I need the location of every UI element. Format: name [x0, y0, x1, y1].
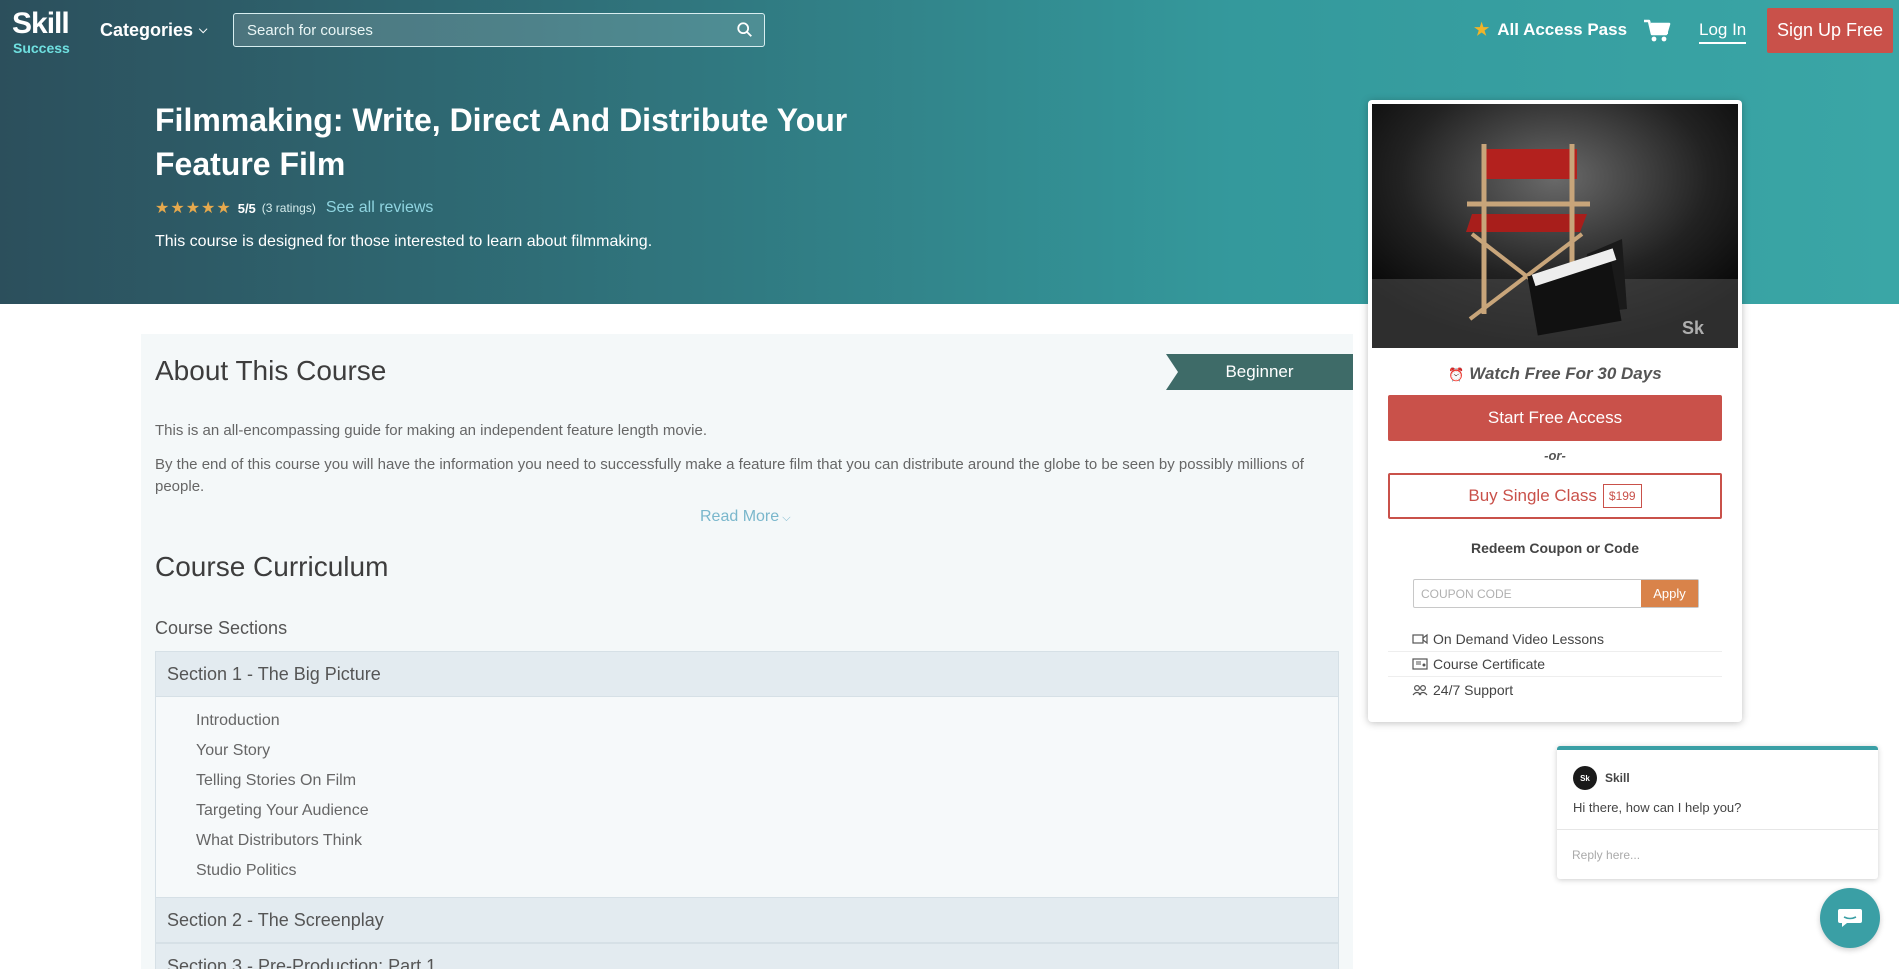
lesson-item[interactable]: Targeting Your Audience	[196, 802, 369, 820]
rating-stars-icon: ★★★★★	[155, 200, 232, 217]
chat-widget: Sk Skill Hi there, how can I help you?	[1557, 746, 1878, 879]
start-free-access-button[interactable]: Start Free Access	[1388, 395, 1722, 441]
section-lessons	[155, 697, 1339, 897]
course-rating: ★★★★★ 5/5 (3 ratings) See all reviews	[155, 198, 433, 218]
course-thumbnail-image: Sk	[1372, 104, 1738, 348]
course-short-description: This course is designed for those intere…	[155, 233, 653, 250]
logo-text-success: Success	[13, 40, 70, 56]
about-course-title: About This Course	[155, 355, 387, 386]
or-separator: -or-	[1544, 448, 1566, 463]
chevron-down-icon: ⌵	[779, 512, 791, 524]
watch-free-label: ⏰ Watch Free For 30 Days	[1368, 364, 1742, 384]
level-badge: Beginner	[1166, 354, 1353, 390]
curriculum-title: Course Curriculum	[155, 551, 389, 582]
feature-label: 24/7 Support	[1433, 681, 1514, 698]
support-users-icon	[1412, 684, 1428, 695]
lesson-item[interactable]: Telling Stories On Film	[196, 772, 356, 790]
read-more-label: Read More	[700, 508, 780, 525]
chevron-down-icon: ⌵	[199, 24, 208, 36]
video-camera-icon	[1412, 633, 1428, 645]
login-link[interactable]: Log In	[1699, 20, 1747, 44]
price-badge: $199	[1602, 484, 1642, 508]
section-header[interactable]: Section 1 - The Big Picture	[155, 651, 1339, 697]
signup-button[interactable]: Sign Up Free	[1767, 8, 1893, 53]
read-more-link[interactable]: Read More ⌵	[700, 508, 791, 526]
skillsuccess-logo[interactable]: Skill Success	[12, 7, 76, 57]
search-icon[interactable]	[736, 21, 754, 39]
chat-agent-name: Skill	[1605, 771, 1630, 785]
watch-free-text: Watch Free For 30 Days	[1469, 364, 1662, 383]
chat-avatar: Sk	[1573, 766, 1597, 790]
coupon-form: Apply	[1413, 579, 1699, 608]
categories-label: Categories	[100, 20, 194, 40]
chat-reply-input[interactable]	[1557, 830, 1878, 879]
feature-label: Course Certificate	[1433, 656, 1546, 672]
coupon-code-input[interactable]	[1414, 580, 1640, 607]
star-icon: ★	[1474, 20, 1490, 39]
lesson-item[interactable]: Studio Politics	[196, 862, 297, 880]
rating-score: 5/5	[237, 200, 256, 216]
about-paragraph-1: This is an all-encompassing guide for ma…	[155, 422, 707, 439]
chat-bubble-icon	[1838, 909, 1862, 927]
feature-item: On Demand Video Lessons	[1388, 627, 1722, 652]
section-header[interactable]: Section 3 - Pre-Production: Part 1	[155, 943, 1339, 969]
feature-item: Course Certificate	[1388, 652, 1722, 677]
certificate-icon	[1412, 658, 1428, 670]
see-all-reviews-link[interactable]: See all reviews	[326, 199, 434, 217]
search-bar	[233, 13, 765, 47]
chat-message: Hi there, how can I help you?	[1573, 800, 1742, 815]
chat-launcher-button[interactable]	[1820, 888, 1880, 948]
all-access-pass-link[interactable]: ★ All Access Pass	[1474, 20, 1627, 40]
lesson-item[interactable]: What Distributors Think	[196, 832, 362, 850]
buy-single-class-label: Buy Single Class	[1468, 486, 1597, 505]
lesson-item[interactable]: Introduction	[196, 712, 280, 730]
apply-coupon-button[interactable]: Apply	[1641, 580, 1698, 607]
section-header[interactable]: Section 2 - The Screenplay	[155, 897, 1339, 943]
cart-icon[interactable]	[1643, 18, 1671, 44]
all-access-label: All Access Pass	[1497, 20, 1628, 39]
rating-count: (3 ratings)	[261, 201, 316, 215]
logo-text-skill: Skill	[12, 7, 70, 40]
redeem-coupon-label: Redeem Coupon or Code	[1470, 540, 1639, 556]
search-input[interactable]	[234, 14, 724, 46]
buy-single-class-button[interactable]: Buy Single Class $199	[1388, 473, 1722, 519]
about-paragraph-2: By the end of this course you will have …	[155, 456, 1304, 495]
course-title: Filmmaking: Write, Direct And Distribute…	[155, 102, 848, 182]
alarm-clock-icon: ⏰	[1448, 367, 1465, 382]
feature-item: 24/7 Support	[1388, 677, 1722, 702]
categories-menu[interactable]: Categories ⌵	[100, 20, 207, 41]
feature-label: On Demand Video Lessons	[1433, 631, 1604, 647]
course-sections-label: Course Sections	[155, 618, 288, 638]
lesson-item[interactable]: Your Story	[196, 742, 270, 760]
svg-text:Sk: Sk	[1682, 318, 1705, 338]
